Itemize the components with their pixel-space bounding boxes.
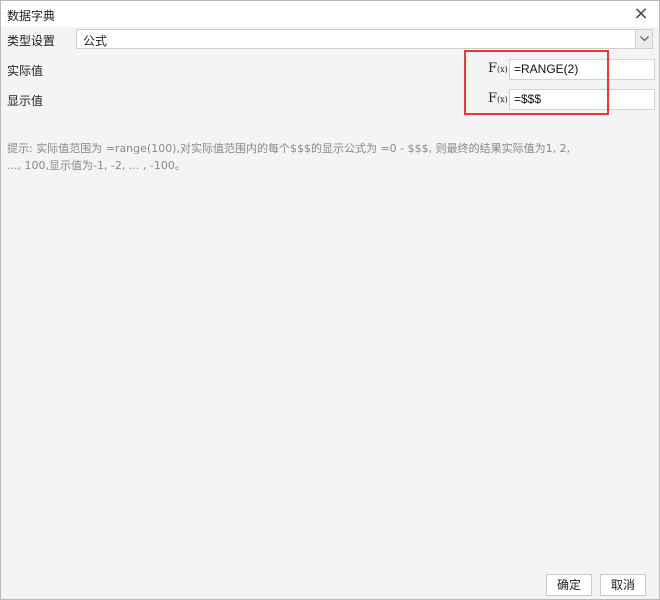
- hint-line-1: 提示: 实际值范围为 =range(100),对实际值范围内的每个$$$的显示公…: [7, 142, 571, 155]
- actual-value-label: 实际值: [7, 64, 44, 78]
- type-setting-label: 类型设置: [7, 34, 56, 48]
- dialog-title: 数据字典: [7, 9, 56, 23]
- close-icon[interactable]: ×: [631, 4, 651, 24]
- type-setting-value: 公式: [83, 34, 108, 48]
- chevron-down-icon[interactable]: [635, 30, 652, 48]
- data-dictionary-dialog: 数据字典 × 类型设置 公式 实际值 F(x) =RANGE(2) 显示值 F(…: [0, 0, 660, 600]
- title-bar: 数据字典 ×: [1, 1, 659, 27]
- cancel-button[interactable]: 取消: [600, 574, 646, 596]
- ok-button[interactable]: 确定: [546, 574, 592, 596]
- display-value-label: 显示值: [7, 94, 44, 108]
- hint-text: 提示: 实际值范围为 =range(100),对实际值范围内的每个$$$的显示公…: [7, 140, 647, 174]
- hint-line-2: ..., 100,显示值为-1, -2, ... , -100。: [7, 159, 186, 172]
- type-setting-select[interactable]: 公式: [76, 29, 653, 49]
- highlight-box: [464, 50, 609, 115]
